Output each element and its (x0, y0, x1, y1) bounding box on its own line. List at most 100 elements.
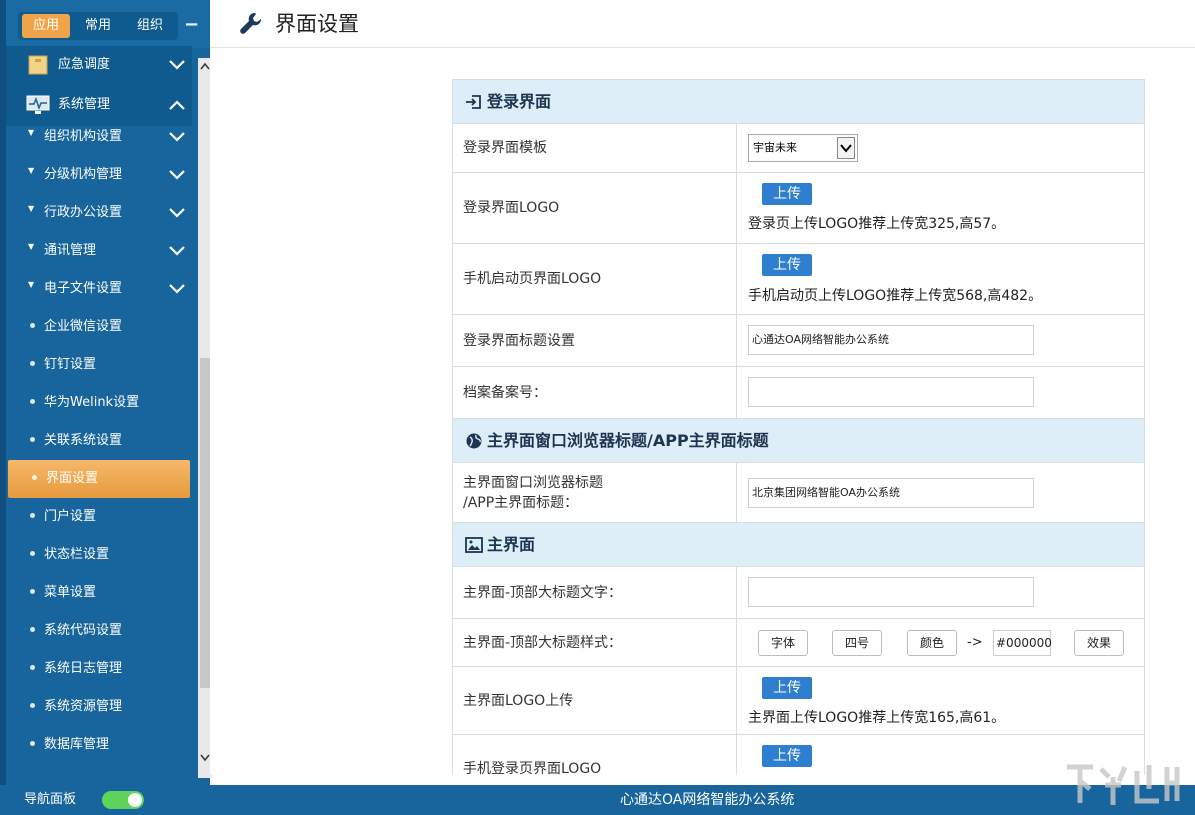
nav-item-label: 企业微信设置 (44, 319, 123, 334)
nav-item-label: 钉钉设置 (44, 357, 97, 372)
field-label: 手机登录页界面LOGO (463, 761, 602, 775)
toggle-knob (128, 793, 142, 807)
nav-item-label: 组织机构设置 (44, 129, 123, 144)
nav-item-label: 通讯管理 (44, 243, 97, 258)
nav-item-statusbar[interactable]: 状态栏设置 (6, 536, 192, 574)
upload-main-logo-button[interactable]: 上传 (762, 677, 812, 699)
main-top-text-input[interactable] (748, 577, 1034, 607)
nav-item-wecom[interactable]: 企业微信设置 (6, 308, 192, 346)
field-label: 登录界面LOGO (463, 200, 560, 216)
nav-menu: 应急调度 系统管理 ▼ 组织机构设置 ▼ 分级机构管理 ▼ 行政办公设置 ▼ 通… (6, 46, 192, 785)
field-label: 手机启动页界面LOGO (463, 271, 602, 287)
nav-item-linked-systems[interactable]: 关联系统设置 (6, 422, 192, 460)
row-main-top-style: 主界面-顶部大标题样式： 字体 四号 颜色 -> #000000 效果 (453, 619, 1144, 667)
chevron-down-icon (169, 284, 185, 294)
monitor-icon (26, 95, 50, 114)
field-label: 主界面-顶部大标题文字： (463, 585, 623, 601)
nav-item-label: 状态栏设置 (44, 547, 110, 562)
bullet-icon (30, 361, 35, 366)
row-mobile-splash-logo: 手机启动页界面LOGO 上传 手机启动页上传LOGO推荐上传宽568,高482。 (453, 244, 1144, 315)
select-value: 宇宙未来 (753, 141, 797, 154)
footer-title: 心通达OA网络智能办公系统 (620, 792, 795, 808)
nav-item-dingtalk[interactable]: 钉钉设置 (6, 346, 192, 384)
nav-item-system-resources[interactable]: 系统资源管理 (6, 688, 192, 726)
row-login-title: 登录界面标题设置 心通达OA网络智能办公系统 (453, 315, 1144, 367)
row-main-logo: 主界面LOGO上传 上传 主界面上传LOGO推荐上传宽165,高61。 (453, 667, 1144, 735)
upload-hint: 登录页上传LOGO推荐上传宽325,高57。 (748, 216, 1006, 232)
effect-button[interactable]: 效果 (1074, 630, 1124, 656)
row-mobile-login-logo: 手机登录页界面LOGO 上传 (453, 735, 1144, 775)
nav-item-label: 门户设置 (44, 509, 97, 524)
browser-title-input[interactable]: 北京集团网络智能OA办公系统 (748, 478, 1034, 508)
row-login-template: 登录界面模板 宇宙未来 (453, 124, 1144, 173)
upload-mobile-login-logo-button[interactable]: 上传 (762, 745, 812, 767)
bullet-icon (30, 323, 35, 328)
dropdown-arrow-icon[interactable] (837, 137, 855, 159)
nav-item-system-codes[interactable]: 系统代码设置 (6, 612, 192, 650)
tab-common[interactable]: 常用 (74, 14, 122, 38)
section-title: 主界面 (487, 535, 536, 554)
nav-item-label: 界面设置 (46, 471, 99, 486)
caret-icon: ▼ (28, 128, 35, 137)
nav-item-admin-office[interactable]: ▼ 行政办公设置 (6, 194, 192, 232)
font-button[interactable]: 字体 (758, 630, 808, 656)
chevron-down-icon (169, 208, 185, 218)
field-label: 主界面-顶部大标题样式： (463, 635, 623, 651)
nav-item-label: 数据库管理 (44, 737, 110, 752)
collapse-sidebar-button[interactable]: − (184, 15, 199, 35)
wrench-icon (240, 12, 262, 34)
nav-section-emergency[interactable]: 应急调度 (6, 46, 192, 84)
field-label: 登录界面标题设置 (463, 333, 575, 349)
section-login: 登录界面 (453, 80, 1144, 124)
nav-item-label: 系统代码设置 (44, 623, 123, 638)
scroll-thumb[interactable] (200, 358, 210, 688)
font-size-button[interactable]: 四号 (832, 630, 882, 656)
nav-item-welink[interactable]: 华为Welink设置 (6, 384, 192, 422)
nav-panel-toggle[interactable] (102, 791, 144, 809)
upload-login-logo-button[interactable]: 上传 (762, 183, 812, 205)
color-value-input[interactable]: #000000 (993, 630, 1052, 656)
nav-item-communication[interactable]: ▼ 通讯管理 (6, 232, 192, 270)
main-content: 登录界面 登录界面模板 宇宙未来 登录界面LOGO 上传 登录页上传LOGO推荐… (210, 49, 1195, 775)
bullet-icon (30, 437, 35, 442)
nav-item-label: 关联系统设置 (44, 433, 123, 448)
chevron-down-icon (169, 170, 185, 180)
row-record-number: 档案备案号： (453, 367, 1144, 419)
login-icon (466, 95, 481, 109)
nav-item-system-logs[interactable]: 系统日志管理 (6, 650, 192, 688)
arrow-label: -> (967, 635, 983, 650)
record-number-input[interactable] (748, 377, 1034, 407)
nav-item-label: 分级机构管理 (44, 167, 123, 182)
upload-mobile-splash-logo-button[interactable]: 上传 (762, 254, 812, 276)
nav-item-label: 电子文件设置 (44, 281, 123, 296)
nav-item-e-document[interactable]: ▼ 电子文件设置 (6, 270, 192, 308)
field-label-line2: /APP主界面标题： (463, 495, 579, 511)
nav-item-database[interactable]: 数据库管理 (6, 726, 192, 764)
upload-hint: 手机启动页上传LOGO推荐上传宽568,高482。 (748, 288, 1043, 304)
nav-item-hierarchy[interactable]: ▼ 分级机构管理 (6, 156, 192, 194)
nav-item-label: 华为Welink设置 (44, 395, 140, 410)
field-label: 登录界面模板 (463, 140, 547, 156)
bullet-icon (30, 513, 35, 518)
nav-item-menu[interactable]: 菜单设置 (6, 574, 192, 612)
settings-form: 登录界面 登录界面模板 宇宙未来 登录界面LOGO 上传 登录页上传LOGO推荐… (452, 79, 1145, 775)
tab-apps[interactable]: 应用 (22, 14, 70, 38)
tab-organization[interactable]: 组织 (126, 14, 174, 38)
nav-item-interface-settings[interactable]: 界面设置 (8, 460, 190, 498)
nav-item-portal[interactable]: 门户设置 (6, 498, 192, 536)
field-label: 主界面LOGO上传 (463, 693, 574, 709)
bullet-icon (30, 627, 35, 632)
bullet-icon (30, 741, 35, 746)
bullet-icon (30, 551, 35, 556)
bullet-icon (30, 399, 35, 404)
chevron-up-icon (169, 100, 185, 110)
color-button[interactable]: 颜色 (907, 630, 957, 656)
nav-item-label: 菜单设置 (44, 585, 97, 600)
nav-item-org-settings[interactable]: ▼ 组织机构设置 (6, 118, 192, 156)
login-title-input[interactable]: 心通达OA网络智能办公系统 (748, 325, 1034, 355)
nav-item-label: 行政办公设置 (44, 205, 123, 220)
nav-item-label: 系统日志管理 (44, 661, 123, 676)
nav-panel-label: 导航面板 (24, 792, 77, 807)
caret-icon: ▼ (28, 280, 35, 289)
login-template-select[interactable]: 宇宙未来 (748, 134, 858, 162)
